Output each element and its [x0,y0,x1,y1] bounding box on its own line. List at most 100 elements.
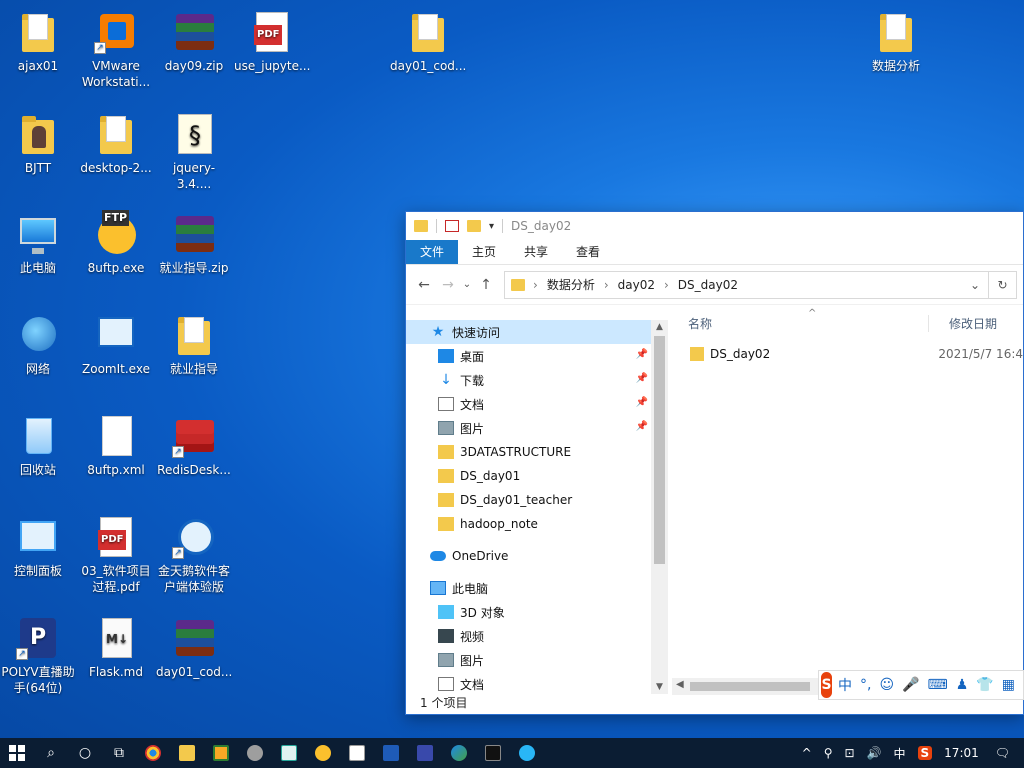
taskbar-ie[interactable] [510,738,544,768]
chevron-up-icon[interactable]: ^ [802,746,812,760]
desktop-icon-8uftp-exe[interactable]: FTP 8uftp.exe [78,210,154,276]
taskbar-notepad[interactable] [272,738,306,768]
desktop-icon-jiuye-folder[interactable]: 就业指导 [156,311,232,377]
taskbar-chrome[interactable] [136,738,170,768]
microphone-icon[interactable]: 🎤 [902,677,919,693]
desktop-icon-ajax01[interactable]: ajax01 [0,8,76,74]
desktop-icon-jquery[interactable]: § jquery-3.4.... [156,110,232,192]
chevron-down-icon[interactable]: ⌄ [970,278,980,292]
nav-item-3d-objects[interactable]: 3D 对象 [406,600,668,624]
emoji-icon[interactable]: ☺ [880,677,895,693]
notification-icon[interactable]: 🗨 [995,746,1010,760]
taskbar-cmd[interactable] [476,738,510,768]
new-folder-icon[interactable] [467,220,481,232]
ime-toolbar[interactable]: S 中 °, ☺ 🎤 ⌨ ♟ 👕 ▦ [818,670,1024,700]
scroll-left-icon[interactable]: ◀ [676,679,684,690]
sogou-tray-icon[interactable]: S [917,746,933,760]
tab-home[interactable]: 主页 [458,240,510,264]
desktop-icon-flask-md[interactable]: M↓ Flask.md [78,614,154,680]
taskbar-8uftp[interactable] [306,738,340,768]
address-bar[interactable]: › 数据分析 › day02 › DS_day02 ⌄ [504,270,989,299]
desktop-icon-recycle-bin[interactable]: 回收站 [0,412,76,478]
file-row[interactable]: DS_day02 2021/5/7 16:4 [668,342,1023,366]
breadcrumb-item[interactable]: day02 [618,278,655,292]
customize-quick-access-icon[interactable]: ▾ [489,221,494,232]
taskbar-polyv[interactable] [408,738,442,768]
pin-icon[interactable]: 📌 [636,421,648,432]
cortana-icon[interactable]: ○ [68,738,102,768]
tab-view[interactable]: 查看 [562,240,614,264]
grid-menu-icon[interactable]: ▦ [1002,677,1015,693]
desktop-icon-8uftp-xml[interactable]: 8uftp.xml [78,412,154,478]
desktop-icon-jintiane[interactable]: ↗ 金天鹅软件客 户端体验版 [156,513,232,595]
desktop-icon-jiuye-zip[interactable]: 就业指导.zip [156,210,232,276]
forward-button[interactable]: → [436,277,460,293]
nav-item-ds-day01-teacher[interactable]: DS_day01_teacher [406,488,668,512]
taskbar-app-3[interactable] [340,738,374,768]
scrollbar-thumb[interactable] [690,682,810,691]
nav-item-pictures[interactable]: 图片 📌 [406,416,668,440]
recent-locations-dropdown[interactable]: ⌄ [460,279,474,290]
desktop-icon-day01-code-zip[interactable]: day01_cod... [156,614,232,680]
desktop-icon-redis[interactable]: ↗ RedisDesk... [156,412,232,478]
back-button[interactable]: ← [412,277,436,293]
desktop-icon-vmware[interactable]: ↗ VMware Workstati... [78,8,154,90]
nav-item-3datastructure[interactable]: 3DATASTRUCTURE [406,440,668,464]
file-list[interactable]: ^ 名称 修改日期 DS_day02 2021/5/7 16:4 [668,308,1023,694]
chevron-right-icon[interactable]: › [664,278,669,292]
volume-icon[interactable]: 🔊 [867,746,882,760]
desktop-icon-desktop-2[interactable]: desktop-2... [78,110,154,176]
desktop-icon-zoomit[interactable]: ZoomIt.exe [78,311,154,377]
network-icon[interactable]: ⊡ [844,746,854,760]
taskbar-edge[interactable] [442,738,476,768]
tab-share[interactable]: 共享 [510,240,562,264]
scroll-down-icon[interactable]: ▼ [651,682,668,692]
input-language[interactable]: 中 [894,745,906,762]
nav-this-pc[interactable]: 此电脑 [406,576,668,600]
ime-punctuation-toggle[interactable]: °, [860,677,871,693]
desktop-icon-data-analysis[interactable]: 数据分析 [858,8,934,74]
desktop-icon-control-panel[interactable]: 控制面板 [0,513,76,579]
up-button[interactable]: ↑ [474,277,498,293]
taskbar-app-1[interactable] [204,738,238,768]
refresh-button[interactable]: ↻ [989,270,1017,299]
nav-item-pc-documents[interactable]: 文档 [406,672,668,694]
nav-item-downloads[interactable]: ↓ 下载 📌 [406,368,668,392]
navigation-pane[interactable]: ★ 快速访问 桌面 📌 ↓ 下载 📌 文档 📌 图片 📌 3DATASTRUCT… [406,320,668,694]
chevron-right-icon[interactable]: › [604,278,609,292]
desktop-icon-polyv[interactable]: P ↗ POLYV直播助 手(64位) [0,614,76,696]
nav-item-ds-day01[interactable]: DS_day01 [406,464,668,488]
shirt-icon[interactable]: 👕 [976,677,993,693]
keyboard-icon[interactable]: ⌨ [928,677,948,693]
pin-icon[interactable]: 📌 [636,397,648,408]
nav-item-desktop[interactable]: 桌面 📌 [406,344,668,368]
nav-quick-access[interactable]: ★ 快速访问 [406,320,668,344]
properties-icon[interactable] [445,220,459,232]
file-explorer-window[interactable]: ▾ DS_day02 文件 主页 共享 查看 ← → ⌄ ↑ › 数据分析 › … [405,211,1024,715]
desktop-icon-day09-zip[interactable]: day09.zip [156,8,232,74]
task-view-icon[interactable]: ⧉ [102,738,136,768]
clock[interactable]: 17:01 [944,746,979,760]
desktop-icon-network[interactable]: 网络 [0,311,76,377]
nav-item-pc-pictures[interactable]: 图片 [406,648,668,672]
search-icon[interactable]: ⌕ [34,738,68,768]
breadcrumb-item[interactable]: 数据分析 [547,276,595,293]
nav-item-videos[interactable]: 视频 [406,624,668,648]
taskbar-word[interactable] [374,738,408,768]
nav-scrollbar[interactable]: ▲ ▼ [651,320,668,694]
taskbar-app-2[interactable] [238,738,272,768]
skin-icon[interactable]: ♟ [956,677,969,693]
scroll-up-icon[interactable]: ▲ [651,322,668,332]
column-header-name[interactable]: 名称 [668,315,928,332]
scrollbar-thumb[interactable] [654,336,665,564]
window-titlebar[interactable]: ▾ DS_day02 [406,212,1023,240]
taskbar-file-explorer[interactable] [170,738,204,768]
desktop-icon-bjtt[interactable]: BJTT [0,110,76,176]
column-header-modified[interactable]: 修改日期 [928,314,997,332]
desktop-icon-this-pc[interactable]: 此电脑 [0,210,76,276]
nav-onedrive[interactable]: OneDrive [406,544,668,568]
nav-item-documents[interactable]: 文档 📌 [406,392,668,416]
tab-file[interactable]: 文件 [406,240,459,264]
start-button[interactable] [0,738,34,768]
ime-mode-toggle[interactable]: 中 [838,675,852,695]
